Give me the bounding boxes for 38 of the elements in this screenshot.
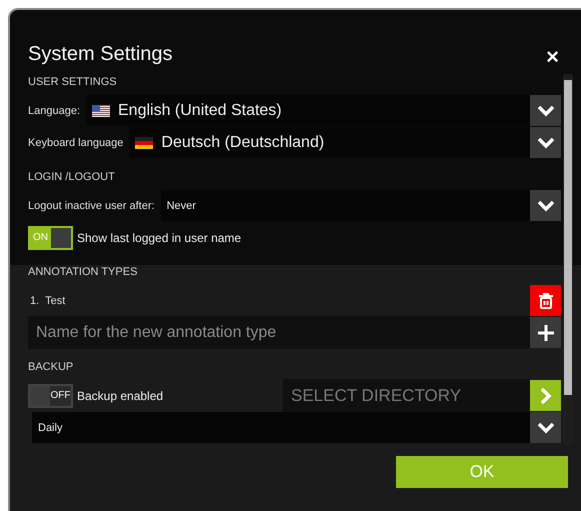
dropdown-button[interactable] [530,412,561,443]
trash-icon [538,292,554,309]
chevron-right-icon [540,386,552,404]
chevron-down-icon [536,200,554,212]
dropdown-value: English (United States) [118,102,282,120]
dropdown-field[interactable]: English (United States) [86,95,530,126]
close-button[interactable]: × [542,44,563,70]
flag-icon [92,104,110,116]
annotation-name-field[interactable]: Name for the new annotation type [28,316,530,349]
dropdown-field[interactable]: Never [160,190,530,221]
dropdown-button[interactable] [530,190,561,221]
dropdown-field[interactable]: Daily [32,412,530,443]
flag-icon [135,136,154,148]
toggle-switch[interactable]: OFF [28,384,73,408]
dropdown-value: Daily [38,422,62,434]
annotation-item[interactable]: 1. Test [28,294,530,306]
chevron-down-icon [536,422,554,434]
dropdown-button[interactable] [530,95,561,126]
dropdown-value: Deutsch (Deutschland) [161,134,324,152]
toggle-label: Show last logged in user name [77,230,242,244]
section-heading: ANNOTATION TYPES [28,266,138,278]
delete-button[interactable] [530,285,561,316]
plus-icon [538,324,554,340]
chevron-down-icon [536,136,554,148]
dropdown-value: Never [166,200,196,212]
chevron-down-icon [536,104,554,116]
section-heading: USER SETTINGS [28,76,118,88]
field-label: Logout inactive user after: [28,200,155,212]
toggle-label: Backup enabled [77,388,164,402]
directory-field[interactable]: SELECT DIRECTORY [283,379,530,412]
section-heading: BACKUP [28,361,74,373]
dropdown-field[interactable]: Deutsch (Deutschland) [129,127,530,158]
field-label: Keyboard language [28,136,124,148]
add-button[interactable] [530,317,561,348]
field-label: Language: [28,104,80,116]
dialog-title: System Settings [28,42,173,66]
section-heading: LOGIN /LOGOUT [28,171,116,183]
dropdown-button[interactable] [530,127,561,158]
